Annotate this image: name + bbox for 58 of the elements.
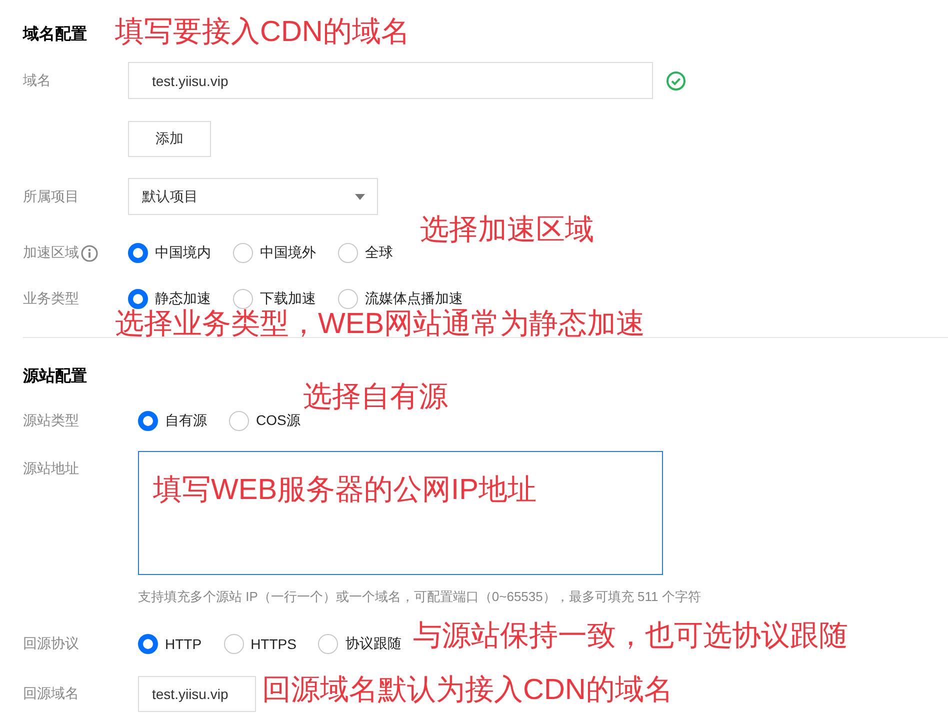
annotation-text: 选择自有源 <box>303 380 448 414</box>
field-label: 所属项目 <box>23 188 79 206</box>
radio-option[interactable]: 协议跟随 <box>318 634 402 654</box>
option-label[interactable]: 静态加速 <box>155 290 211 308</box>
field-label: 域名 <box>23 72 51 90</box>
hint-text: 支持填充多个源站 IP（一行一个）或一个域名，可配置端口（0~65535），最多可填充 511 个字符 <box>138 588 701 606</box>
radio-option[interactable]: 中国境内 <box>128 243 211 263</box>
radio-button[interactable] <box>229 411 249 431</box>
option-label[interactable]: 自有源 <box>165 412 207 430</box>
info-icon[interactable] <box>81 244 98 262</box>
radio-option[interactable]: 中国境外 <box>233 243 316 263</box>
radio-button[interactable] <box>224 634 244 654</box>
option-label[interactable]: HTTP <box>165 636 202 652</box>
option-label[interactable]: 协议跟随 <box>345 635 402 653</box>
option-label[interactable]: 流媒体点播加速 <box>365 290 463 308</box>
radio-option[interactable]: 流媒体点播加速 <box>338 289 463 309</box>
radio-button[interactable] <box>128 289 148 309</box>
radio-button[interactable] <box>233 243 253 263</box>
caret-icon[interactable] <box>355 194 365 200</box>
radio-option[interactable]: 全球 <box>338 243 393 263</box>
radio-option[interactable]: 静态加速 <box>128 289 211 309</box>
field-label: 回源域名 <box>23 685 79 703</box>
radio-option[interactable]: HTTPS <box>224 634 296 654</box>
field-label: 源站类型 <box>23 412 79 430</box>
add-button[interactable]: 添加 <box>128 121 211 157</box>
radio-button[interactable] <box>138 411 158 431</box>
annotation-text: 回源域名默认为接入CDN的域名 <box>262 673 673 707</box>
annotation-text: 填写要接入CDN的域名 <box>115 15 410 49</box>
field-label: 加速区域 <box>23 244 79 262</box>
radio-button[interactable] <box>338 243 358 263</box>
option-label[interactable]: 下载加速 <box>260 290 316 308</box>
annotation-text: 选择加速区域 <box>420 213 594 247</box>
radio-option[interactable]: HTTP <box>138 634 202 654</box>
radio-button[interactable] <box>138 634 158 654</box>
section-title: 源站配置 <box>23 368 87 386</box>
option-label[interactable]: 全球 <box>365 244 393 262</box>
option-label[interactable]: 中国境内 <box>155 244 211 262</box>
option-label[interactable]: HTTPS <box>250 636 296 652</box>
radio-button[interactable] <box>128 243 148 263</box>
radio-option[interactable]: COS源 <box>229 411 300 431</box>
annotation-text: 与源站保持一致，也可选协议跟随 <box>413 619 848 653</box>
annotation-text: 选择业务类型，WEB网站通常为静态加速 <box>115 307 646 341</box>
field-label: 回源协议 <box>23 635 79 653</box>
option-label[interactable]: COS源 <box>256 412 300 430</box>
radio-button[interactable] <box>338 289 358 309</box>
radio-option[interactable]: 自有源 <box>138 411 207 431</box>
textarea-field[interactable] <box>138 451 663 575</box>
dropdown[interactable]: 默认项目 <box>128 178 378 215</box>
annotation-text: 填写WEB服务器的公网IP地址 <box>153 473 536 507</box>
radio-button[interactable] <box>318 634 338 654</box>
field-label: 业务类型 <box>23 290 79 308</box>
radio-button[interactable] <box>233 289 253 309</box>
field-label: 源站地址 <box>23 460 79 478</box>
option-label[interactable]: 中国境外 <box>260 244 316 262</box>
input-field[interactable]: test.yiisu.vip <box>138 676 256 712</box>
radio-option[interactable]: 下载加速 <box>233 289 316 309</box>
input-field[interactable]: test.yiisu.vip <box>128 62 653 99</box>
section-title: 域名配置 <box>23 26 87 44</box>
